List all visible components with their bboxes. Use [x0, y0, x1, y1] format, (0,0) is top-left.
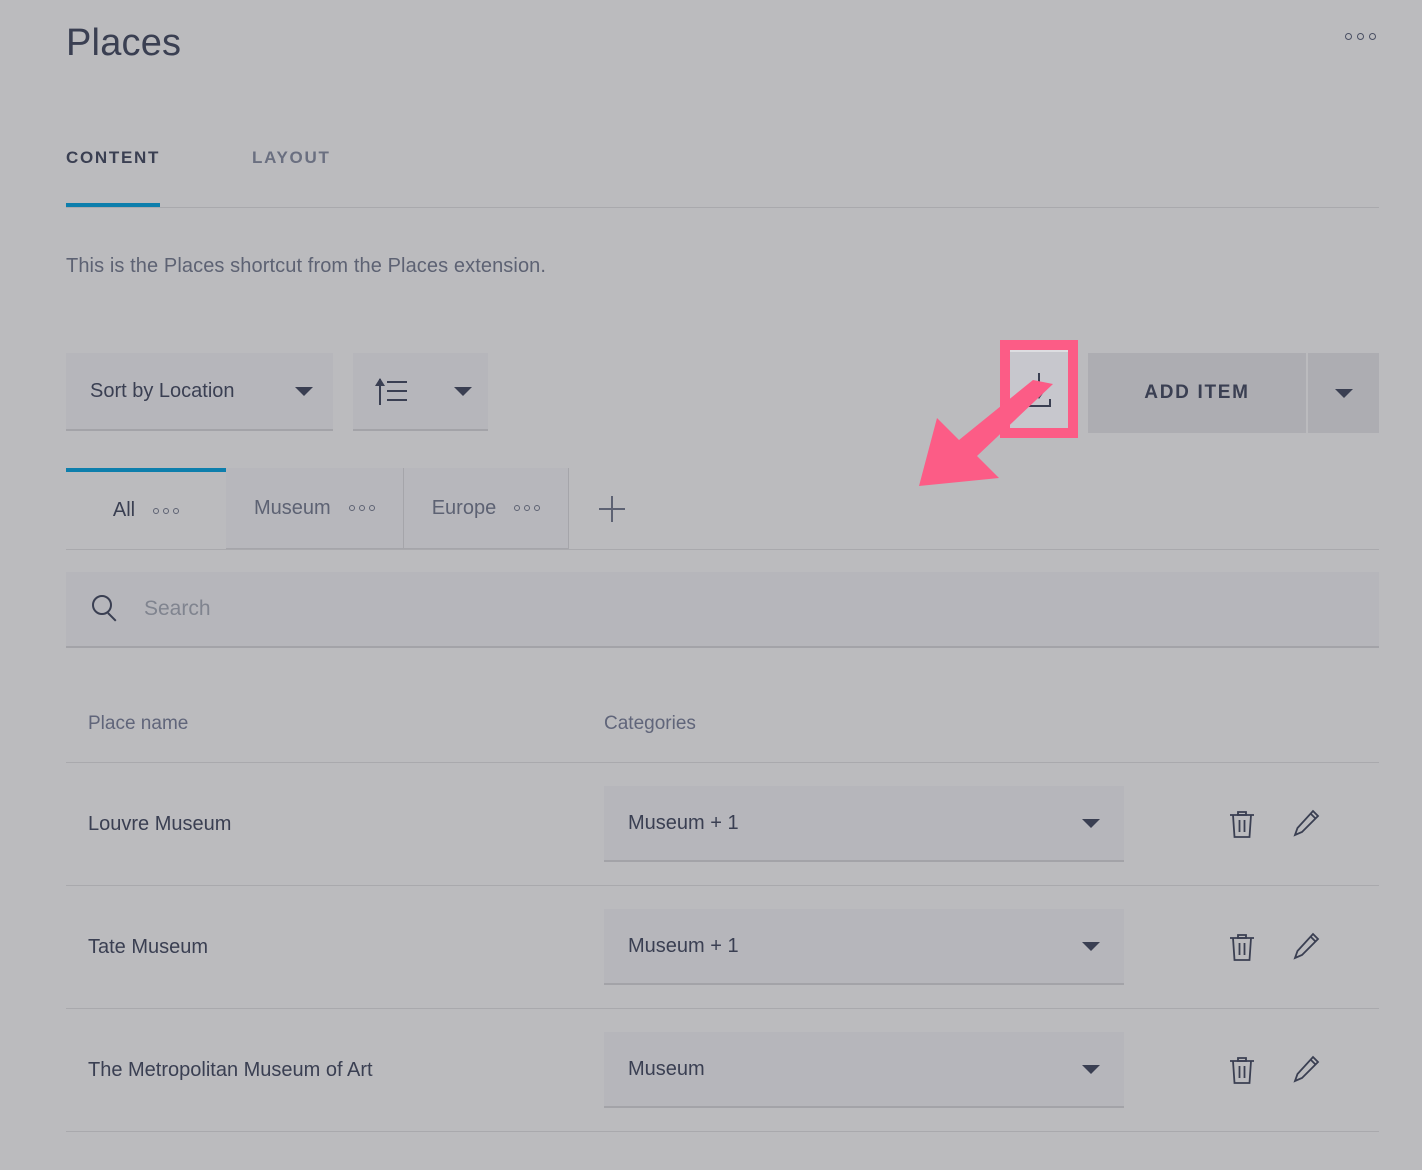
- category-tab-label: Museum: [254, 497, 331, 520]
- row-actions: [1144, 1054, 1379, 1086]
- categories-select[interactable]: Museum + 1: [604, 786, 1124, 862]
- sort-by-select[interactable]: Sort by Location: [66, 353, 333, 431]
- row-actions: [1144, 808, 1379, 840]
- chevron-down-icon: [295, 387, 313, 396]
- chevron-down-icon: [1082, 819, 1100, 828]
- dot: [1357, 33, 1364, 40]
- place-name-cell: Tate Museum: [66, 936, 604, 959]
- download-button[interactable]: [1010, 350, 1068, 428]
- categories-cell: Museum + 1: [604, 909, 1144, 985]
- add-category-button[interactable]: [569, 468, 655, 549]
- table-header: Place name Categories: [66, 686, 1379, 763]
- pencil-icon[interactable]: [1291, 931, 1321, 963]
- add-item-button[interactable]: ADD ITEM: [1088, 353, 1306, 433]
- pencil-icon[interactable]: [1291, 1054, 1321, 1086]
- sort-direction-select[interactable]: [353, 353, 488, 431]
- more-horizontal-icon[interactable]: [1345, 33, 1376, 40]
- table-row: The Metropolitan Museum of Art Museum: [66, 1009, 1379, 1132]
- category-tab-bar: All Museum Europe: [66, 468, 1379, 550]
- category-tab-label: All: [113, 499, 135, 522]
- more-horizontal-icon[interactable]: [153, 508, 179, 514]
- search-field[interactable]: [66, 572, 1379, 648]
- sort-by-value: Sort by Location: [90, 380, 235, 403]
- chevron-down-icon: [1082, 1065, 1100, 1074]
- search-input[interactable]: [142, 596, 1281, 622]
- pencil-icon[interactable]: [1291, 808, 1321, 840]
- trash-icon[interactable]: [1227, 808, 1257, 840]
- dot: [1345, 33, 1352, 40]
- dot: [1369, 33, 1376, 40]
- category-tab-all[interactable]: All: [66, 468, 226, 549]
- trash-icon[interactable]: [1227, 931, 1257, 963]
- place-name-cell: Louvre Museum: [66, 813, 604, 836]
- row-actions: [1144, 931, 1379, 963]
- download-icon: [1024, 373, 1054, 407]
- add-item-dropdown-button[interactable]: [1308, 353, 1379, 433]
- tab-content[interactable]: CONTENT: [66, 148, 160, 206]
- categories-select[interactable]: Museum + 1: [604, 909, 1124, 985]
- column-header-place-name: Place name: [66, 713, 604, 735]
- place-name-cell: The Metropolitan Museum of Art: [66, 1059, 604, 1082]
- more-horizontal-icon[interactable]: [349, 505, 375, 511]
- description-text: This is the Places shortcut from the Pla…: [66, 255, 546, 278]
- tab-layout[interactable]: LAYOUT: [252, 148, 331, 206]
- table-row: Louvre Museum Museum + 1: [66, 763, 1379, 886]
- sort-ascending-icon: [373, 377, 407, 405]
- column-header-categories: Categories: [604, 713, 1144, 735]
- chevron-down-icon: [1082, 942, 1100, 951]
- places-table: Place name Categories Louvre Museum Muse…: [66, 686, 1379, 1132]
- chevron-down-icon: [1335, 389, 1353, 398]
- category-tab-europe[interactable]: Europe: [404, 468, 570, 549]
- chevron-down-icon: [454, 387, 472, 396]
- search-icon: [92, 595, 120, 623]
- page-title: Places: [66, 22, 181, 65]
- trash-icon[interactable]: [1227, 1054, 1257, 1086]
- table-row: Tate Museum Museum + 1: [66, 886, 1379, 1009]
- plus-icon: [599, 496, 625, 522]
- category-tab-label: Europe: [432, 497, 497, 520]
- categories-cell: Museum + 1: [604, 786, 1144, 862]
- category-tab-museum[interactable]: Museum: [226, 468, 404, 549]
- categories-value: Museum: [628, 1058, 705, 1081]
- categories-value: Museum + 1: [628, 812, 739, 835]
- main-tab-bar: CONTENT LAYOUT: [66, 148, 1379, 208]
- categories-select[interactable]: Museum: [604, 1032, 1124, 1108]
- more-horizontal-icon[interactable]: [514, 505, 540, 511]
- categories-value: Museum + 1: [628, 935, 739, 958]
- categories-cell: Museum: [604, 1032, 1144, 1108]
